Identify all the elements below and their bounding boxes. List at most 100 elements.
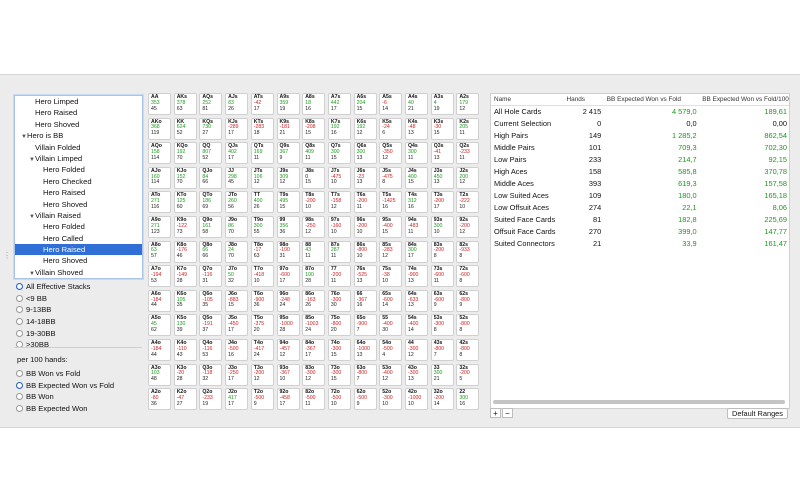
hand-cell[interactable]: 84s 300 17 (405, 240, 428, 263)
hand-cell[interactable]: K9o -122 73 (173, 216, 197, 238)
table-row[interactable]: Low Pairs 233 214,7 92,15 (491, 154, 789, 166)
hand-cell[interactable]: 66 -367 16 (353, 289, 377, 312)
hand-cell[interactable]: QTo 186 69 (199, 191, 223, 214)
hand-cell[interactable]: QJo 84 66 (199, 166, 223, 189)
hand-cell[interactable]: 43s -800 7 (430, 339, 454, 361)
hand-cell[interactable]: T9o 300 55 (250, 216, 274, 238)
hand-cell[interactable]: 88 43 11 (302, 240, 326, 263)
hand-cell[interactable]: KQo 192 70 (173, 142, 197, 165)
hand-cell[interactable]: K3s -30 15 (430, 117, 454, 140)
hand-cell[interactable]: 72o -500 10 (327, 388, 351, 411)
hand-cell[interactable]: JTo 260 56 (225, 191, 249, 214)
table-row[interactable]: Low Offsuit Aces 274 22,1 8,06 (491, 202, 789, 214)
hand-cell[interactable]: 76o -300 30 (327, 289, 351, 312)
radio-button[interactable] (16, 329, 23, 337)
split-handle-icon[interactable]: ⋮ (3, 251, 11, 260)
hand-cell[interactable]: J8s 0 15 (302, 166, 326, 189)
hand-cell[interactable]: 64o -1000 13 (353, 339, 377, 361)
hand-cell[interactable]: 43o -300 13 (405, 363, 428, 386)
hand-cell[interactable]: QTs 169 11 (250, 142, 274, 165)
hand-cell[interactable]: T2o -500 9 (250, 388, 274, 411)
hand-cell[interactable]: J7o 50 32 (225, 265, 249, 288)
tree-item[interactable]: ▼Villain Raised (15, 210, 142, 221)
hand-cell[interactable]: A8o 63 57 (148, 240, 171, 263)
hand-cell[interactable]: 77 -200 11 (327, 265, 351, 288)
hand-cell[interactable]: 95o -1000 28 (276, 314, 300, 337)
tree-item[interactable]: Hero Limped (15, 96, 142, 107)
hand-cell[interactable]: 97s -160 10 (327, 216, 351, 238)
tree-item[interactable]: ▼Hero is BB (15, 130, 142, 141)
hand-cell[interactable]: K6o 105 35 (173, 289, 197, 312)
hand-cell[interactable]: 94s -483 11 (405, 216, 428, 238)
hand-cell[interactable]: 64s -633 13 (405, 289, 428, 312)
hand-cell[interactable]: Q3o -118 32 (199, 363, 223, 386)
radio-button[interactable] (16, 318, 23, 326)
hand-cell[interactable]: 63s -600 9 (430, 289, 454, 312)
tree-item[interactable]: Hero Folded (15, 278, 142, 279)
hand-cell[interactable]: J9o 86 70 (225, 216, 249, 238)
radio-button[interactable] (16, 283, 23, 291)
radio-option[interactable]: 19-30BB (16, 327, 142, 339)
hand-cell[interactable]: T3s -200 17 (430, 191, 454, 214)
radio-button[interactable] (16, 393, 23, 401)
hand-cell[interactable]: A7s 442 17 (327, 93, 351, 115)
table-row[interactable]: Suited Face Cards 81 182,8 225,69 (491, 214, 789, 226)
table-row[interactable]: Middle Aces 393 619,3 157,58 (491, 178, 789, 190)
hand-cell[interactable]: T4s 312 16 (405, 191, 428, 214)
hand-cell[interactable]: AJs 83 26 (225, 93, 249, 115)
hand-cell[interactable]: KK 624 52 (173, 117, 197, 140)
hand-cell[interactable]: K2s 205 11 (456, 117, 480, 140)
radio-button[interactable] (16, 306, 23, 314)
hand-cell[interactable]: AQs 252 81 (199, 93, 223, 115)
hand-cell[interactable]: 65s -600 14 (379, 289, 403, 312)
hand-cell[interactable]: J5s -475 8 (379, 166, 403, 189)
hand-cell[interactable]: T3o -200 12 (250, 363, 274, 386)
hand-cell[interactable]: Q8s 409 11 (302, 142, 326, 165)
hand-cell[interactable]: AQo 158 114 (148, 142, 171, 165)
hand-cell[interactable]: 53o -400 12 (379, 363, 403, 386)
hand-cell[interactable]: 62s -800 9 (456, 289, 480, 312)
hand-cell[interactable]: 85o -1003 24 (302, 314, 326, 337)
hand-cell[interactable]: A6s 204 15 (353, 93, 377, 115)
hand-cell[interactable]: J2s 200 12 (456, 166, 480, 189)
hand-cell[interactable]: A9o 271 123 (148, 216, 171, 238)
radio-option[interactable]: BB Expected Won (16, 403, 142, 415)
hand-cell[interactable]: 87s 287 11 (327, 240, 351, 263)
hand-cell[interactable]: 95s -400 15 (379, 216, 403, 238)
hand-cell[interactable]: K8s -208 15 (302, 117, 326, 140)
radio-button[interactable] (16, 381, 23, 389)
hand-cell[interactable]: 63o -800 7 (353, 363, 377, 386)
hand-cell[interactable]: Q9o 161 58 (199, 216, 223, 238)
hand-cell[interactable]: AJo 160 114 (148, 166, 171, 189)
hand-cell[interactable]: T6o -900 36 (250, 289, 274, 312)
hand-cell[interactable]: 99 356 36 (276, 216, 300, 238)
col-header-expected-won-per-100[interactable]: BB Expected Won vs Fold/100 h... (698, 94, 789, 105)
hand-cell[interactable]: 32s -200 5 (456, 363, 480, 386)
hand-cell[interactable]: Q5s -350 12 (379, 142, 403, 165)
table-row[interactable]: All Hole Cards 2 415 4 579,0 189,61 (491, 106, 789, 118)
hand-cell[interactable]: 87o 100 28 (302, 265, 326, 288)
hand-cell[interactable]: JTs 106 12 (250, 166, 274, 189)
hand-cell[interactable]: TT 400 26 (250, 191, 274, 214)
hand-cell[interactable]: A9s 359 19 (276, 93, 300, 115)
default-ranges-button[interactable]: Default Ranges (727, 408, 788, 419)
hand-cell[interactable]: 52s -800 8 (456, 314, 480, 337)
hand-cell[interactable]: 54s -400 14 (405, 314, 428, 337)
hand-cell[interactable]: 22 300 16 (456, 388, 480, 411)
radio-option[interactable]: 14-18BB (16, 316, 142, 328)
hand-cell[interactable]: K3o -20 28 (173, 363, 197, 386)
hand-cell[interactable]: A3s 4 19 (430, 93, 454, 115)
hand-cell[interactable]: T4o -417 24 (250, 339, 274, 361)
hand-cell[interactable]: 98s -250 12 (302, 216, 326, 238)
hand-cell[interactable]: A7o -194 53 (148, 265, 171, 288)
hand-cell[interactable]: A5s -6 14 (379, 93, 403, 115)
hand-cell[interactable]: AA 353 45 (148, 93, 171, 115)
hand-cell[interactable]: K5o 130 39 (173, 314, 197, 337)
hand-cell[interactable]: 53s -300 8 (430, 314, 454, 337)
hand-cell[interactable]: 72s -600 8 (456, 265, 480, 288)
hand-cell[interactable]: Q5o -191 37 (199, 314, 223, 337)
hand-cell[interactable]: 92o -458 17 (276, 388, 300, 411)
hand-cell[interactable]: KJo 152 70 (173, 166, 197, 189)
hand-cell[interactable]: QJs 402 17 (225, 142, 249, 165)
hand-cell[interactable]: 76s -525 13 (353, 265, 377, 288)
